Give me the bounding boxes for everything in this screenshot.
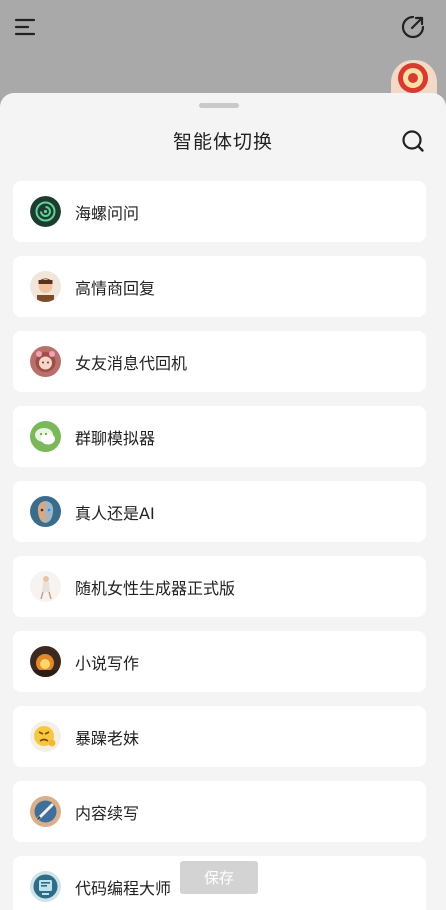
agent-item-label: 女友消息代回机 xyxy=(75,353,188,373)
pen-writing-avatar xyxy=(30,796,61,827)
agent-item-label: 海螺问问 xyxy=(75,203,140,223)
agent-item[interactable]: 小说写作 xyxy=(13,631,426,692)
drag-handle[interactable] xyxy=(199,103,239,108)
girl-portrait-avatar xyxy=(30,346,61,377)
agent-switch-sheet: 智能体切换 海螺问问 高情商回复 女友消息代回机 群聊模拟器 真人还是AI 随机… xyxy=(0,93,446,910)
hamburger-menu-icon[interactable] xyxy=(14,15,38,39)
agent-item-label: 群聊模拟器 xyxy=(75,428,156,448)
agent-item[interactable]: 暴躁老妹 xyxy=(13,706,426,767)
agent-item-label: 代码编程大师 xyxy=(75,878,172,898)
top-bar xyxy=(0,0,446,100)
half-robot-face-avatar xyxy=(30,496,61,527)
agent-item-label: 真人还是AI xyxy=(75,503,155,523)
agent-item[interactable]: 真人还是AI xyxy=(13,481,426,542)
save-button[interactable]: 保存 xyxy=(180,861,258,894)
agent-item[interactable]: 女友消息代回机 xyxy=(13,331,426,392)
sheet-title: 智能体切换 xyxy=(172,131,273,153)
conch-logo-avatar xyxy=(30,196,61,227)
agent-item[interactable]: 海螺问问 xyxy=(13,181,426,242)
fire-scene-avatar xyxy=(30,646,61,677)
man-portrait-avatar xyxy=(30,271,61,302)
code-screen-avatar xyxy=(30,871,61,902)
agent-item[interactable]: 高情商回复 xyxy=(13,256,426,317)
agent-item[interactable]: 随机女性生成器正式版 xyxy=(13,556,426,617)
angry-emoji-avatar xyxy=(30,721,61,752)
search-icon[interactable] xyxy=(400,128,426,154)
edit-external-icon[interactable] xyxy=(400,14,426,40)
agent-item-label: 高情商回复 xyxy=(75,278,156,298)
agent-item[interactable]: 内容续写 xyxy=(13,781,426,842)
agent-item-label: 暴躁老妹 xyxy=(75,728,140,748)
chat-bubble-logo-avatar xyxy=(30,421,61,452)
agent-list: 海螺问问 高情商回复 女友消息代回机 群聊模拟器 真人还是AI 随机女性生成器正… xyxy=(13,181,426,910)
agent-item[interactable]: 群聊模拟器 xyxy=(13,406,426,467)
agent-item-label: 内容续写 xyxy=(75,803,140,823)
agent-item-label: 小说写作 xyxy=(75,653,140,673)
woman-figure-avatar xyxy=(30,571,61,602)
agent-item-label: 随机女性生成器正式版 xyxy=(75,578,236,598)
